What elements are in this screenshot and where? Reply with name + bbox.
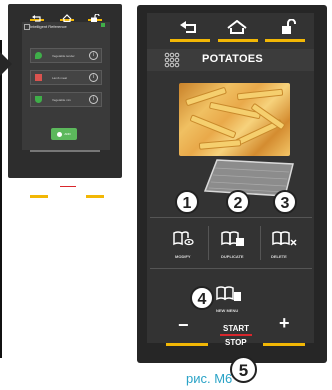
home-icon[interactable] bbox=[227, 20, 247, 34]
back-tab-indicator bbox=[170, 39, 210, 42]
separator bbox=[208, 226, 209, 260]
add-button[interactable]: ADD bbox=[51, 128, 77, 140]
plus-circle-icon bbox=[57, 131, 63, 137]
modify-button[interactable]: MODIFY bbox=[158, 222, 206, 262]
start-label[interactable]: START bbox=[61, 180, 74, 185]
delete-button[interactable]: DELETE bbox=[262, 222, 310, 262]
divider bbox=[150, 217, 312, 218]
start-stop-separator bbox=[220, 334, 252, 336]
list-item[interactable]: Vegetable tender i bbox=[30, 48, 102, 63]
separator bbox=[260, 226, 261, 260]
info-icon[interactable]: i bbox=[89, 73, 98, 82]
bowl-icon bbox=[35, 96, 42, 103]
start-label[interactable]: START bbox=[223, 324, 249, 333]
reference-title: Intelligent Reference bbox=[30, 24, 67, 29]
stop-label[interactable]: STOP bbox=[225, 338, 247, 347]
transition-arrow-icon bbox=[0, 52, 12, 76]
delete-label: DELETE bbox=[271, 254, 287, 259]
left-panel-edge bbox=[0, 40, 2, 358]
minus-indicator bbox=[166, 343, 208, 346]
reference-slider[interactable] bbox=[30, 150, 100, 152]
back-icon[interactable] bbox=[180, 20, 198, 34]
list-item-label: Vegetable tender bbox=[52, 53, 75, 58]
divider bbox=[150, 268, 312, 269]
edit-icon[interactable] bbox=[101, 23, 105, 27]
duplicate-label: DUPLICATE bbox=[221, 254, 244, 259]
callout-2: 2 bbox=[226, 190, 250, 214]
info-icon[interactable]: i bbox=[89, 51, 98, 60]
new-menu-label: NEW MENU bbox=[216, 308, 239, 313]
callout-4: 4 bbox=[190, 286, 214, 310]
book-delete-icon bbox=[272, 230, 298, 246]
add-button-label: ADD bbox=[64, 132, 71, 136]
minus-button[interactable]: − bbox=[34, 180, 40, 191]
list-item-label: Vegetable mix bbox=[52, 97, 71, 102]
leaf-icon bbox=[35, 52, 42, 59]
minus-button[interactable]: − bbox=[178, 316, 189, 334]
duplicate-button[interactable]: DUPLICATE bbox=[210, 222, 258, 262]
home-tab-indicator bbox=[218, 39, 258, 42]
start-underline bbox=[60, 186, 76, 187]
plus-indicator bbox=[86, 195, 104, 198]
food-photo bbox=[179, 83, 290, 156]
list-item[interactable]: Vegetable mix i bbox=[30, 92, 102, 107]
figure-caption: рис. M6 bbox=[186, 371, 233, 386]
plus-indicator bbox=[263, 343, 305, 346]
plus-button[interactable]: + bbox=[91, 180, 97, 191]
plus-button[interactable]: + bbox=[279, 314, 290, 332]
modify-label: MODIFY bbox=[175, 254, 191, 259]
page-title: POTATOES bbox=[202, 53, 264, 65]
grid-menu-icon[interactable] bbox=[164, 52, 180, 73]
list-item[interactable]: Lamb meat i bbox=[30, 70, 102, 85]
lock-tab-indicator bbox=[265, 39, 305, 42]
info-icon[interactable]: i bbox=[89, 95, 98, 104]
book-duplicate-icon bbox=[221, 230, 245, 246]
meat-icon bbox=[35, 74, 42, 81]
book-new-icon bbox=[216, 285, 242, 303]
book-edit-icon bbox=[173, 230, 195, 246]
callout-5: 5 bbox=[230, 356, 257, 383]
callout-3: 3 bbox=[273, 190, 297, 214]
list-item-label: Lamb meat bbox=[52, 75, 68, 80]
minus-indicator bbox=[30, 195, 48, 198]
lock-open-icon[interactable] bbox=[281, 19, 297, 34]
callout-1: 1 bbox=[175, 190, 199, 214]
stop-label[interactable]: STOP bbox=[63, 189, 74, 194]
